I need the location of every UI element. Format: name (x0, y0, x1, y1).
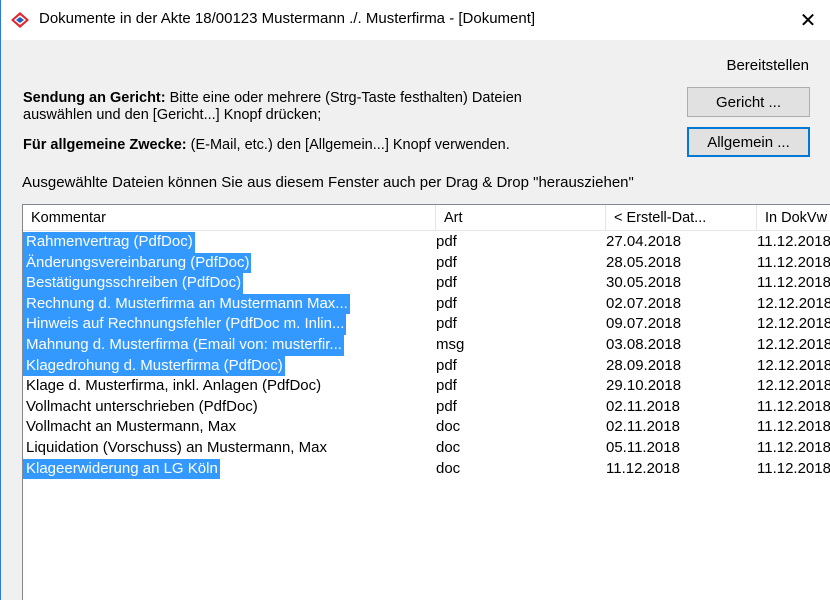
cell-kommentar: Vollmacht unterschrieben (PdfDoc) (26, 397, 258, 415)
cell-erstell-datum: 03.08.2018 (606, 336, 682, 353)
gericht-info-text: Bitte eine oder mehrere (Strg-Taste fest… (165, 90, 522, 106)
table-row[interactable]: Klage d. Musterfirma, inkl. Anlagen (Pdf… (23, 376, 830, 397)
app-logo-icon (11, 12, 29, 28)
gericht-info-title: Sendung an Gericht: (23, 90, 166, 106)
table-row[interactable]: Vollmacht an Mustermann, Max doc 02.11.201… (23, 417, 830, 438)
cell-art: pdf (436, 233, 457, 250)
allgemein-info-title: Für allgemeine Zwecke: (23, 137, 187, 153)
cell-erstell-datum: 27.04.2018 (606, 233, 682, 250)
cell-erstell-datum: 28.05.2018 (606, 253, 682, 271)
cell-in-dokvw: 11.12.2018 (757, 459, 830, 477)
cell-in-dokvw: 11.12.2018 (757, 418, 830, 436)
cell-kommentar: Mahnung d. Musterfirma (Email von: muste… (23, 335, 344, 356)
column-header-kommentar[interactable]: Kommentar (23, 205, 436, 231)
cell-art: pdf (436, 315, 457, 333)
table-row[interactable]: Rahmenvertrag (PdfDoc) pdf 27.04.2018 11.12… (23, 232, 830, 253)
cell-kommentar: Klagedrohung d. Musterfirma (PdfDoc) (23, 355, 285, 377)
cell-art: pdf (436, 397, 457, 415)
cell-art: doc (436, 418, 461, 436)
list-header: Kommentar Art < Erstell-Dat... In DokVw (23, 205, 830, 231)
window-title: Dokumente in der Akte 18/00123 Musterman… (39, 10, 536, 27)
cell-erstell-datum: 02.11.2018 (606, 418, 680, 436)
document-dialog: Dokumente in der Akte 18/00123 Musterman… (0, 0, 830, 600)
table-row[interactable]: Vollmacht unterschrieben (PdfDoc) pdf 02.1… (23, 397, 830, 418)
cell-kommentar: Klageerwiderung an LG Köln (23, 458, 220, 480)
cell-in-dokvw: 12.12.2018 (757, 356, 830, 374)
cell-kommentar: Änderungsvereinbarung (PdfDoc) (23, 252, 252, 274)
cell-in-dokvw: 11.12.2018 (757, 439, 830, 456)
table-row[interactable]: Klageerwiderung an LG Köln doc 11.12.2018 1… (23, 458, 830, 480)
cell-kommentar: Hinweis auf Rechnungsfehler (PdfDoc m. I… (23, 314, 347, 335)
cell-erstell-datum: 02.11.2018 (606, 397, 680, 415)
table-row[interactable]: Bestätigungsschreiben (PdfDoc) pdf 30.05.2… (23, 273, 830, 294)
cell-in-dokvw: 11.12.2018 (757, 253, 830, 271)
cell-kommentar: Rechnung d. Musterfirma an Mustermann Ma… (23, 293, 350, 315)
gericht-info-line2: auswählen und den [Gericht...] Knopf drü… (23, 107, 322, 123)
cell-art: doc (436, 459, 461, 477)
cell-art: pdf (436, 274, 457, 292)
column-header-art[interactable]: Art (436, 205, 606, 231)
table-row[interactable]: Klagedrohung d. Musterfirma (PdfDoc) pdf 2… (23, 355, 830, 377)
cell-erstell-datum: 02.07.2018 (606, 294, 682, 312)
column-header-erstell-datum[interactable]: < Erstell-Dat... (606, 205, 757, 231)
cell-in-dokvw: 12.12.2018 (757, 336, 830, 353)
gericht-info: Sendung an Gericht: Bitte eine oder mehr… (23, 90, 522, 106)
cell-in-dokvw: 12.12.2018 (757, 294, 830, 312)
cell-art: pdf (436, 356, 457, 374)
drag-drop-hint: Ausgewählte Dateien können Sie aus diese… (22, 174, 634, 191)
bereitstellen-label: Bereitstellen (726, 57, 809, 74)
cell-kommentar: Rahmenvertrag (PdfDoc) (23, 232, 195, 253)
cell-in-dokvw: 11.12.2018 (757, 397, 830, 415)
table-row[interactable]: Mahnung d. Musterfirma (Email von: muste… (23, 335, 830, 356)
cell-kommentar: Klage d. Musterfirma, inkl. Anlagen (Pdf… (26, 377, 322, 395)
cell-art: pdf (436, 294, 457, 312)
cell-kommentar: Bestätigungsschreiben (PdfDoc) (23, 273, 244, 294)
cell-kommentar: Vollmacht an Mustermann, Max (26, 418, 237, 436)
cell-erstell-datum: 28.09.2018 (606, 356, 682, 374)
table-row[interactable]: Hinweis auf Rechnungsfehler (PdfDoc m. I… (23, 314, 830, 335)
cell-in-dokvw: 11.12.2018 (757, 274, 830, 292)
title-bar[interactable]: Dokumente in der Akte 18/00123 Musterman… (1, 0, 830, 40)
table-row[interactable]: Änderungsvereinbarung (PdfDoc) pdf 28.05.2… (23, 252, 830, 274)
cell-erstell-datum: 29.10.2018 (606, 377, 682, 395)
column-header-in-dokvw[interactable]: In DokVw (757, 205, 830, 231)
cell-art: pdf (436, 253, 457, 271)
document-list[interactable]: Kommentar Art < Erstell-Dat... In DokVw … (22, 204, 830, 600)
cell-erstell-datum: 05.11.2018 (606, 439, 680, 456)
cell-erstell-datum: 11.12.2018 (606, 459, 680, 477)
cell-in-dokvw: 12.12.2018 (757, 377, 830, 395)
cell-art: msg (436, 336, 465, 353)
cell-kommentar: Liquidation (Vorschuss) an Mustermann, M… (26, 439, 327, 456)
cell-in-dokvw: 12.12.2018 (757, 315, 830, 333)
allgemein-info-text: (E-Mail, etc.) den [Allgemein...] Knopf … (186, 137, 510, 153)
allgemein-info: Für allgemeine Zwecke: (E-Mail, etc.) de… (23, 137, 510, 153)
cell-art: pdf (436, 377, 457, 395)
cell-in-dokvw: 11.12.2018 (757, 233, 830, 250)
cell-erstell-datum: 09.07.2018 (606, 315, 682, 333)
cell-erstell-datum: 30.05.2018 (606, 274, 682, 292)
cell-art: doc (436, 439, 461, 456)
table-row[interactable]: Liquidation (Vorschuss) an Mustermann, M… (23, 438, 830, 459)
table-row[interactable]: Rechnung d. Musterfirma an Mustermann Ma… (23, 293, 830, 315)
close-icon[interactable]: ✕ (785, 0, 830, 40)
gericht-button[interactable]: Gericht ... (687, 87, 810, 117)
allgemein-button[interactable]: Allgemein ... (687, 127, 810, 157)
